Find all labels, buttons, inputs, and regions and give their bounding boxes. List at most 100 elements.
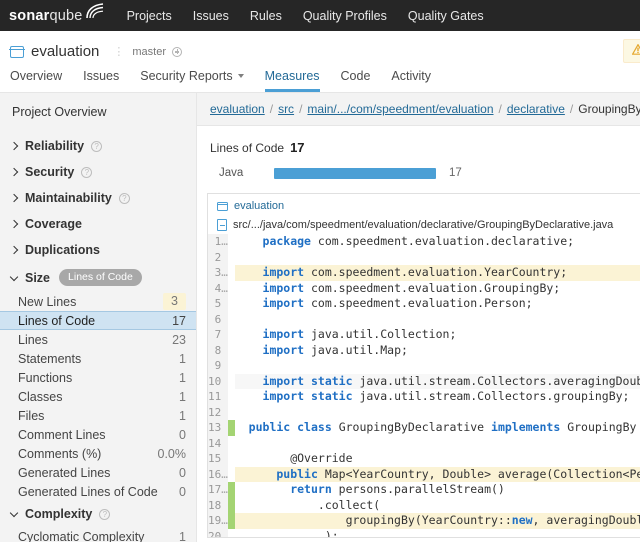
code-line-content[interactable]: import com.speedment.evaluation.Person; [235, 296, 640, 312]
sidebar-metric-files[interactable]: Files1 [0, 406, 196, 425]
sidebar-metric-new-lines[interactable]: New Lines3 [0, 292, 196, 311]
branch-name[interactable]: master [132, 46, 166, 58]
line-number[interactable]: 20 [208, 529, 221, 539]
code-line-content[interactable]: groupingBy(YearCountry::new, averagingDo… [235, 513, 640, 529]
sonarqube-logo[interactable]: sonarqube [9, 5, 105, 26]
sidebar-metric-lines-of-code[interactable]: Lines of Code17 [0, 311, 196, 330]
tab-overview[interactable]: Overview [10, 69, 62, 92]
sidebar-metric-generated-lines-of-code[interactable]: Generated Lines of Code0 [0, 482, 196, 501]
help-icon[interactable]: ? [81, 167, 92, 178]
line-number[interactable]: 18 [208, 498, 221, 514]
sidebar-metric-cyclomatic-complexity[interactable]: Cyclomatic Complexity1 [0, 527, 196, 542]
line-number[interactable]: 8 [208, 343, 221, 359]
breadcrumb-item-1[interactable]: src [278, 102, 294, 116]
sidebar-domain-security[interactable]: Security? [0, 159, 196, 185]
tab-security-reports[interactable]: Security Reports [140, 69, 243, 92]
line-number[interactable]: 7 [208, 327, 221, 343]
code-line-content[interactable]: ); [235, 529, 640, 539]
scm-blame-toggle[interactable] [221, 498, 228, 514]
code-line-content[interactable]: import java.util.Map; [235, 343, 640, 359]
scm-blame-toggle[interactable] [221, 420, 228, 436]
scm-blame-toggle[interactable] [221, 405, 228, 421]
tab-measures[interactable]: Measures [265, 69, 320, 92]
code-line-content[interactable]: package com.speedment.evaluation.declara… [235, 234, 640, 250]
line-number[interactable]: 10 [208, 374, 221, 390]
nav-projects[interactable]: Projects [127, 9, 172, 23]
scm-blame-toggle[interactable] [221, 451, 228, 467]
nav-rules[interactable]: Rules [250, 9, 282, 23]
source-viewer-file-row[interactable]: src/.../java/com/speedment/evaluation/de… [208, 215, 640, 234]
scm-blame-toggle[interactable]: … [221, 234, 228, 250]
scm-blame-toggle[interactable] [221, 296, 228, 312]
line-number[interactable]: 5 [208, 296, 221, 312]
line-number[interactable]: 6 [208, 312, 221, 328]
code-line-content[interactable]: public class GroupingByDeclarative imple… [235, 420, 640, 436]
scm-blame-toggle[interactable]: … [221, 529, 228, 539]
nav-quality-profiles[interactable]: Quality Profiles [303, 9, 387, 23]
code-line-content[interactable]: import static java.util.stream.Collector… [235, 374, 640, 390]
breadcrumb-item-2[interactable]: main/.../com/speedment/evaluation [307, 102, 493, 116]
sidebar-metric-statements[interactable]: Statements1 [0, 349, 196, 368]
scm-blame-toggle[interactable]: … [221, 281, 228, 297]
line-number[interactable]: 19 [208, 513, 221, 529]
line-number[interactable]: 13 [208, 420, 221, 436]
sidebar-title[interactable]: Project Overview [0, 102, 196, 133]
sidebar-domain-size[interactable]: SizeLines of Code [0, 263, 196, 292]
line-number[interactable]: 3 [208, 265, 221, 281]
code-line-content[interactable]: return persons.parallelStream() [235, 482, 640, 498]
scm-blame-toggle[interactable] [221, 358, 228, 374]
code-line-content[interactable]: .collect( [235, 498, 640, 514]
code-line-content[interactable] [235, 250, 640, 266]
sidebar-domain-reliability[interactable]: Reliability? [0, 133, 196, 159]
line-number[interactable]: 4 [208, 281, 221, 297]
code-line-content[interactable]: @Override [235, 451, 640, 467]
sidebar-metric-lines[interactable]: Lines23 [0, 330, 196, 349]
tab-activity[interactable]: Activity [391, 69, 431, 92]
scm-blame-toggle[interactable] [221, 389, 228, 405]
line-number[interactable]: 17 [208, 482, 221, 498]
scm-blame-toggle[interactable] [221, 374, 228, 390]
scm-blame-toggle[interactable] [221, 436, 228, 452]
nav-issues[interactable]: Issues [193, 9, 229, 23]
breadcrumb-item-0[interactable]: evaluation [210, 102, 265, 116]
line-number[interactable]: 12 [208, 405, 221, 421]
scm-blame-toggle[interactable] [221, 327, 228, 343]
sidebar-domain-duplications[interactable]: Duplications [0, 237, 196, 263]
breadcrumb-item-3[interactable]: declarative [507, 102, 565, 116]
line-number[interactable]: 1 [208, 234, 221, 250]
sidebar-metric-comment-lines[interactable]: Comment Lines0 [0, 425, 196, 444]
sidebar-metric-classes[interactable]: Classes1 [0, 387, 196, 406]
page-title[interactable]: evaluation [31, 43, 99, 60]
code-line-content[interactable] [235, 436, 640, 452]
scm-blame-toggle[interactable]: … [221, 467, 228, 483]
code-line-content[interactable] [235, 358, 640, 374]
code-line-content[interactable]: import static java.util.stream.Collector… [235, 389, 640, 405]
code-line-content[interactable] [235, 405, 640, 421]
scm-blame-toggle[interactable] [221, 312, 228, 328]
line-number[interactable]: 15 [208, 451, 221, 467]
code-line-content[interactable]: import com.speedment.evaluation.YearCoun… [235, 265, 640, 281]
scm-blame-toggle[interactable]: … [221, 482, 228, 498]
code-line-content[interactable] [235, 312, 640, 328]
line-number[interactable]: 16 [208, 467, 221, 483]
scm-blame-toggle[interactable] [221, 343, 228, 359]
line-number[interactable]: 2 [208, 250, 221, 266]
scm-blame-toggle[interactable]: … [221, 513, 228, 529]
sidebar-domain-complexity[interactable]: Complexity? [0, 501, 196, 527]
tab-code[interactable]: Code [341, 69, 371, 92]
code-line-content[interactable]: public Map<YearCountry, Double> average(… [235, 467, 640, 483]
tab-issues[interactable]: Issues [83, 69, 119, 92]
scm-blame-toggle[interactable]: … [221, 265, 228, 281]
code-line-content[interactable]: import com.speedment.evaluation.Grouping… [235, 281, 640, 297]
help-icon[interactable]: ? [91, 141, 102, 152]
add-branch-icon[interactable] [172, 47, 182, 57]
status-badge[interactable]: L [623, 39, 640, 63]
sidebar-metric-functions[interactable]: Functions1 [0, 368, 196, 387]
line-number[interactable]: 9 [208, 358, 221, 374]
code-line-content[interactable]: import java.util.Collection; [235, 327, 640, 343]
help-icon[interactable]: ? [119, 193, 130, 204]
sidebar-metric-generated-lines[interactable]: Generated Lines0 [0, 463, 196, 482]
line-number[interactable]: 14 [208, 436, 221, 452]
sidebar-domain-coverage[interactable]: Coverage [0, 211, 196, 237]
help-icon[interactable]: ? [99, 509, 110, 520]
